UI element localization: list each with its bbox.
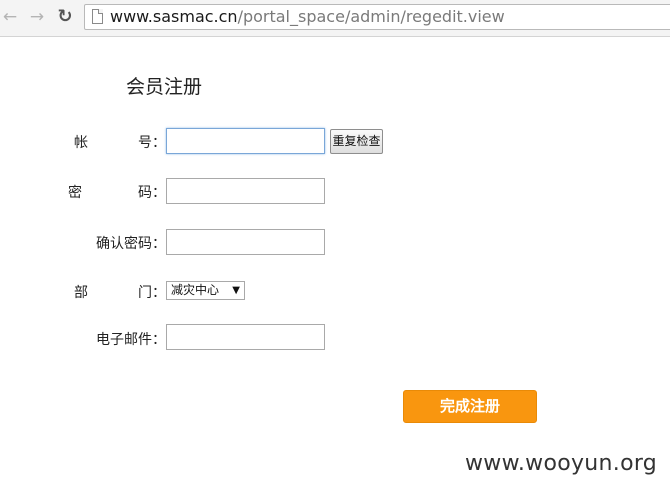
page-icon xyxy=(92,9,103,24)
department-select[interactable]: 减灾中心 ▼ xyxy=(166,281,245,300)
dropdown-arrow-icon: ▼ xyxy=(232,285,240,296)
reload-icon[interactable]: ↻ xyxy=(55,7,75,27)
department-label-left: 部 xyxy=(74,285,88,301)
watermark: www.wooyun.org xyxy=(465,451,658,476)
address-url[interactable]: www.sasmac.cn/portal_space/admin/regedit… xyxy=(110,7,505,27)
complete-registration-button[interactable]: 完成注册 xyxy=(403,390,537,423)
confirm-password-input[interactable] xyxy=(166,229,325,255)
account-label-right: 号： xyxy=(138,135,166,151)
browser-toolbar: ← → ↻ www.sasmac.cn/portal_space/admin/r… xyxy=(0,0,670,37)
address-bar[interactable]: www.sasmac.cn/portal_space/admin/regedit… xyxy=(84,4,670,30)
confirm-password-label: 确认密码： xyxy=(96,236,166,252)
back-arrow-icon[interactable]: ← xyxy=(0,7,20,27)
email-input[interactable] xyxy=(166,324,325,350)
duplicate-check-button[interactable]: 重复检查 xyxy=(330,129,383,154)
page-title: 会员注册 xyxy=(126,76,203,98)
password-input[interactable] xyxy=(166,178,325,204)
account-input[interactable] xyxy=(166,128,325,154)
account-label-left: 帐 xyxy=(74,135,88,151)
password-label-left: 密 xyxy=(68,185,82,201)
department-label-right: 门： xyxy=(138,285,166,301)
email-label: 电子邮件： xyxy=(96,332,166,348)
password-label-right: 码： xyxy=(138,185,166,201)
url-path: /portal_space/admin/regedit.view xyxy=(237,7,505,26)
department-selected-value: 减灾中心 xyxy=(171,283,220,297)
forward-arrow-icon[interactable]: → xyxy=(27,7,47,27)
url-host: www.sasmac.cn xyxy=(110,7,238,26)
